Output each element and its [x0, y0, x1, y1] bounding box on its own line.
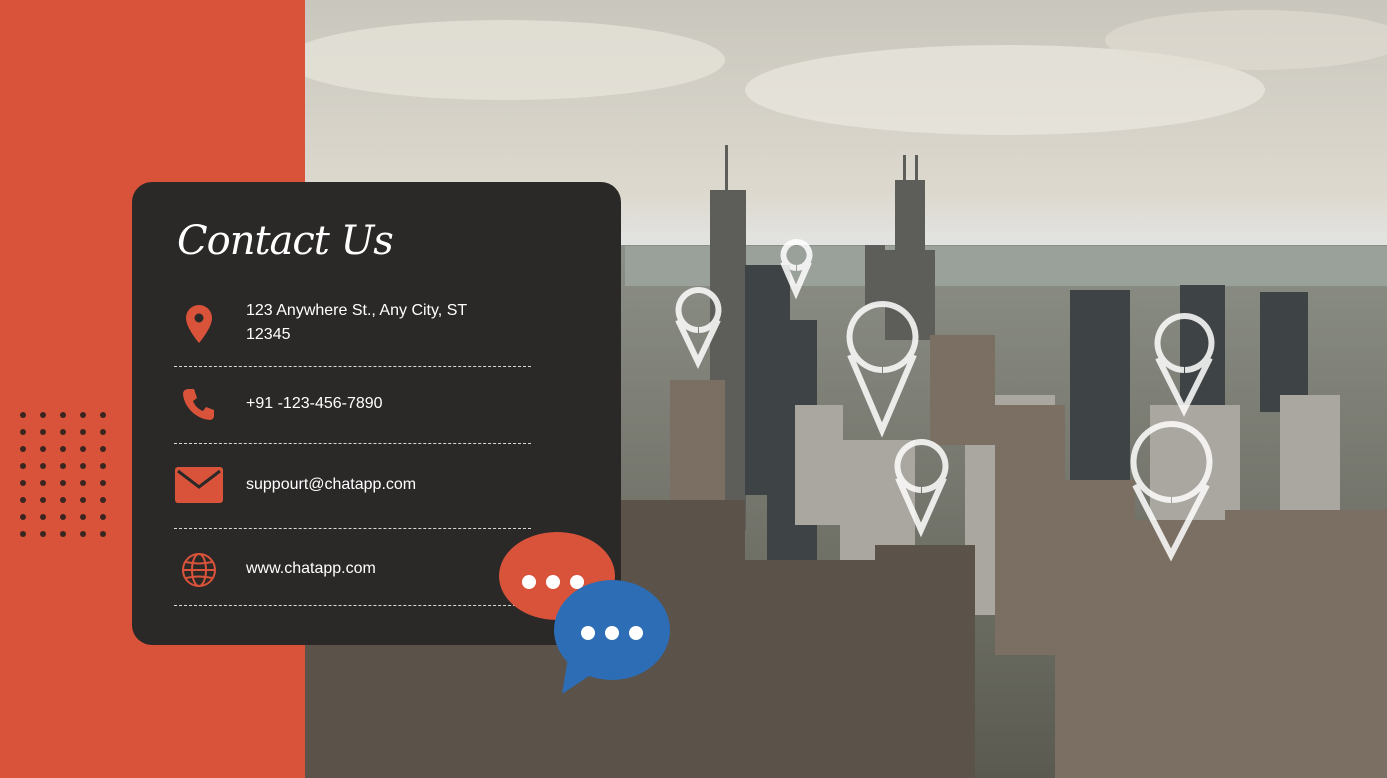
- chat-bubble-blue-icon: [550, 580, 670, 700]
- phone-row: +91 -123-456-7890: [174, 366, 531, 444]
- decorative-dot-grid: [20, 412, 109, 537]
- envelope-icon: [174, 465, 224, 505]
- email-row: suppourt@chatapp.com: [174, 443, 531, 529]
- website-row: www.chatapp.com: [174, 528, 531, 606]
- address-text: 123 Anywhere St., Any City, ST 12345: [246, 302, 467, 343]
- email-text: suppourt@chatapp.com: [246, 476, 417, 493]
- phone-text: +91 -123-456-7890: [246, 395, 383, 412]
- phone-icon: [174, 384, 224, 424]
- website-text: www.chatapp.com: [246, 560, 376, 577]
- address-row: 123 Anywhere St., Any City, ST 12345: [174, 294, 531, 367]
- globe-icon: [174, 550, 224, 590]
- location-pin-icon: [174, 304, 224, 344]
- card-title: Contact Us: [177, 218, 394, 264]
